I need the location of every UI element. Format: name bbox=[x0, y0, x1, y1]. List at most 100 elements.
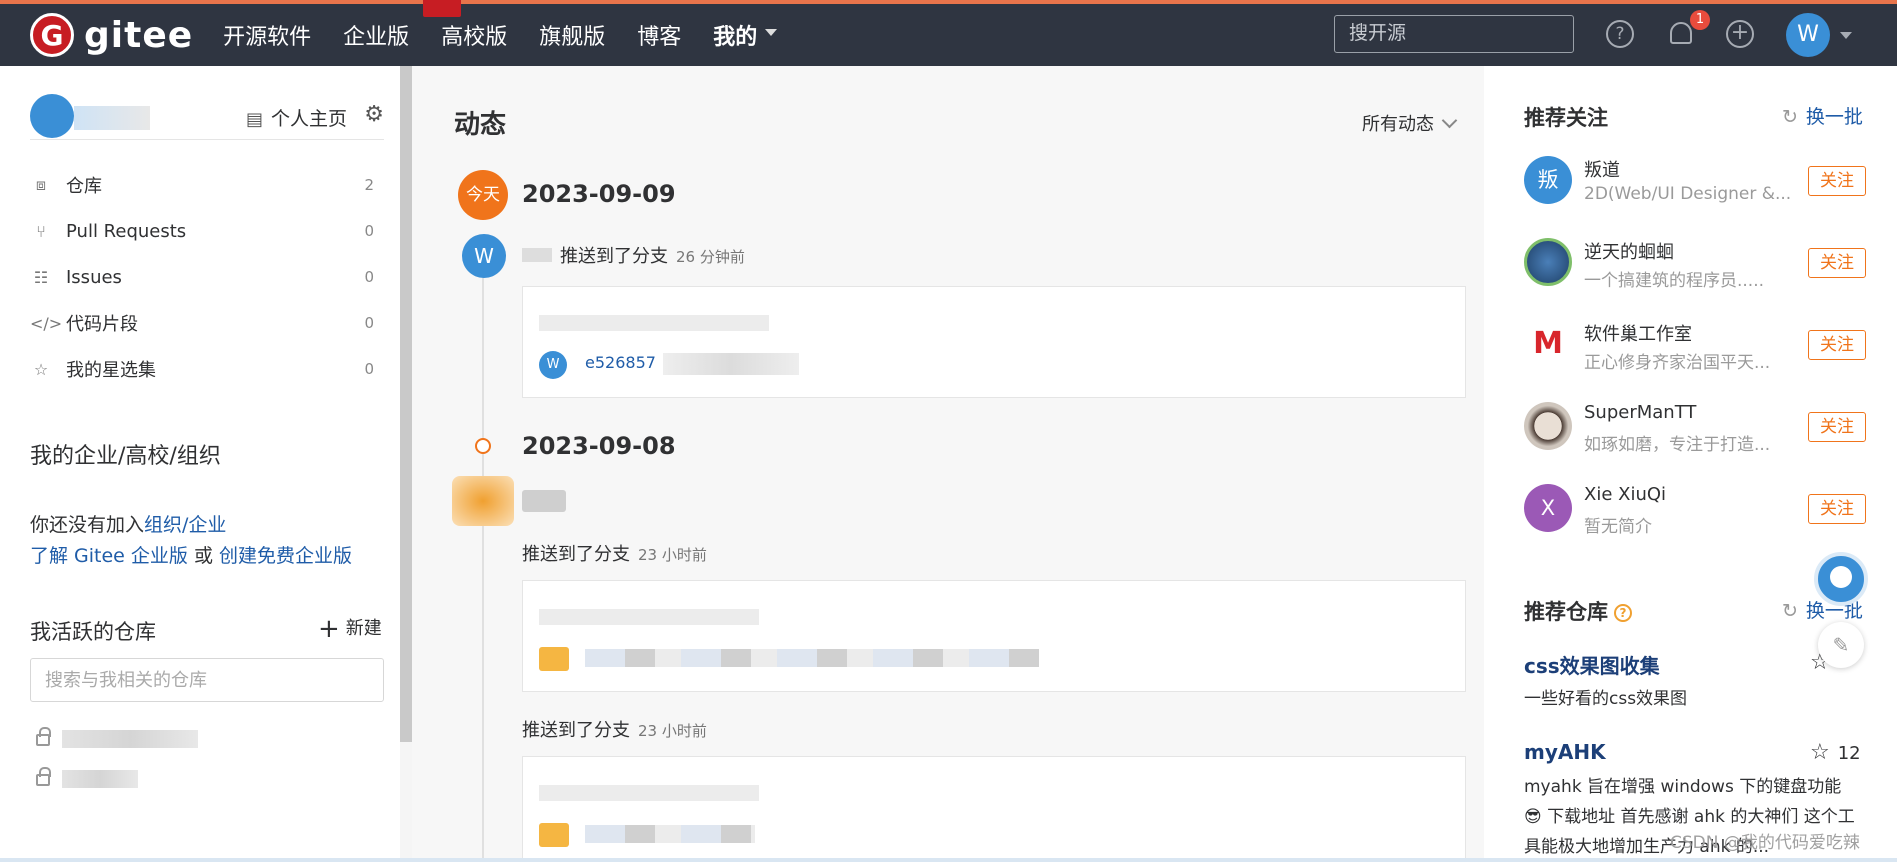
sidebar-item-repos[interactable]: ⧈ 仓库 2 bbox=[30, 162, 384, 208]
activity-filter-dropdown[interactable]: 所有动态 bbox=[1362, 110, 1455, 136]
profile-header: 个人主页 ⚙ bbox=[30, 94, 384, 140]
sidebar-item-count: 0 bbox=[364, 314, 374, 332]
follow-button[interactable]: 关注 bbox=[1808, 330, 1866, 360]
sidebar-item-count: 2 bbox=[364, 176, 374, 194]
help-icon[interactable]: ? bbox=[1614, 604, 1632, 622]
repo-search-input[interactable] bbox=[30, 658, 384, 702]
follow-avatar[interactable]: M bbox=[1524, 320, 1572, 368]
or-text: 或 bbox=[187, 545, 220, 567]
follow-button[interactable]: 关注 bbox=[1808, 248, 1866, 278]
main-nav: 开源软件 企业版 高校版 旗舰版 博客 我的 bbox=[223, 0, 809, 68]
personal-homepage-link[interactable]: 个人主页 bbox=[246, 104, 347, 131]
active-repo-item[interactable] bbox=[36, 726, 236, 750]
recommended-repo-name[interactable]: css效果图收集 bbox=[1524, 650, 1660, 679]
gitee-logo[interactable]: G gitee bbox=[30, 13, 193, 57]
today-badge: 今天 bbox=[458, 170, 508, 220]
refresh-follows-button[interactable]: 换一批 bbox=[1782, 102, 1863, 129]
recommended-repo-name[interactable]: myAHK bbox=[1524, 740, 1606, 764]
follow-button[interactable]: 关注 bbox=[1808, 166, 1866, 196]
global-search-input[interactable] bbox=[1334, 15, 1574, 53]
activity-text: 推送到了分支 23 小时前 bbox=[522, 540, 707, 566]
sidebar-item-snippets[interactable]: </> 代码片段 0 bbox=[30, 300, 384, 346]
branch-redacted bbox=[539, 315, 769, 331]
sidebar-item-count: 0 bbox=[364, 360, 374, 378]
repo-path-redacted bbox=[585, 649, 1039, 667]
commit-message-redacted bbox=[663, 353, 799, 375]
follow-avatar[interactable]: 叛 bbox=[1524, 156, 1572, 204]
chevron-down-icon[interactable] bbox=[1840, 32, 1852, 45]
repo-name-redacted bbox=[62, 730, 198, 748]
sidebar-item-issues[interactable]: ☷ Issues 0 bbox=[30, 254, 384, 300]
commit-author-avatar[interactable]: W bbox=[539, 351, 567, 379]
feedback-edit-icon[interactable]: ✎ bbox=[1818, 622, 1864, 668]
branch-redacted bbox=[539, 785, 759, 801]
follow-name[interactable]: SuperManTT bbox=[1584, 402, 1696, 423]
right-panel: 推荐关注 换一批 叛 叛道 2D(Web/UI Designer &... 关注… bbox=[1484, 66, 1897, 862]
active-repo-item[interactable] bbox=[36, 766, 236, 790]
follow-name[interactable]: 逆天的蛔蛔 bbox=[1584, 238, 1674, 264]
follow-avatar[interactable] bbox=[1524, 402, 1572, 450]
repo-icon: ⧈ bbox=[35, 175, 47, 194]
timeline-line bbox=[482, 236, 484, 862]
bottom-scrollbar[interactable] bbox=[0, 858, 1897, 862]
nav-mine-dropdown[interactable]: 我的 bbox=[713, 19, 777, 51]
follow-name[interactable]: 软件巢工作室 bbox=[1584, 320, 1692, 346]
push-card bbox=[522, 756, 1466, 862]
follow-item: 逆天的蛔蛔 一个搞建筑的程序员..... 关注 bbox=[1524, 238, 1866, 298]
lock-icon bbox=[36, 767, 51, 786]
sidebar-item-count: 0 bbox=[364, 222, 374, 240]
learn-enterprise-link[interactable]: 了解 Gitee 企业版 bbox=[30, 545, 188, 567]
sidebar-item-star-collection[interactable]: ☆ 我的星选集 0 bbox=[30, 346, 384, 392]
follow-item: 叛 叛道 2D(Web/UI Designer &... 关注 bbox=[1524, 156, 1866, 216]
follow-button[interactable]: 关注 bbox=[1808, 494, 1866, 524]
add-icon[interactable]: + bbox=[1726, 20, 1754, 48]
follow-avatar[interactable]: X bbox=[1524, 484, 1572, 532]
nav-new-badge bbox=[423, 0, 462, 17]
bell-shape bbox=[1670, 22, 1692, 44]
sidebar-item-label: 代码片段 bbox=[66, 314, 138, 335]
star-icon[interactable]: 12 bbox=[1810, 740, 1861, 765]
sidebar-item-count: 0 bbox=[364, 268, 374, 286]
activity-action: 推送到了分支 bbox=[522, 720, 630, 741]
gear-icon[interactable]: ⚙ bbox=[364, 102, 384, 127]
create-enterprise-link[interactable]: 创建免费企业版 bbox=[219, 545, 352, 567]
nav-enterprise[interactable]: 企业版 bbox=[343, 0, 462, 51]
commit-sha-link[interactable]: e526857 bbox=[585, 353, 656, 372]
pull-request-icon: ⑂ bbox=[36, 221, 46, 241]
nav-open-source[interactable]: 开源软件 bbox=[223, 19, 311, 51]
activity-time: 26 分钟前 bbox=[676, 248, 745, 266]
follow-button[interactable]: 关注 bbox=[1808, 412, 1866, 442]
nav-education[interactable]: 高校版 bbox=[441, 19, 507, 51]
push-card bbox=[522, 580, 1466, 692]
user-name-redacted bbox=[522, 248, 552, 262]
follow-name[interactable]: Xie XiuQi bbox=[1584, 484, 1666, 505]
profile-name-redacted bbox=[74, 106, 150, 130]
sidebar-item-label: Issues bbox=[66, 266, 122, 288]
new-repo-button[interactable]: 新建 bbox=[318, 614, 382, 644]
sidebar-menu: ⧈ 仓库 2 ⑂ Pull Requests 0 ☷ Issues 0 </> … bbox=[30, 162, 384, 392]
follow-desc: 暂无简介 bbox=[1584, 517, 1652, 537]
sidebar-item-label: 仓库 bbox=[66, 176, 102, 197]
assistant-float-button[interactable] bbox=[1814, 552, 1868, 606]
repo-name-redacted bbox=[62, 770, 138, 788]
org-section-title: 我的企业/高校/组织 bbox=[30, 444, 221, 469]
follow-desc: 如琢如磨，专注于打造... bbox=[1584, 435, 1771, 455]
date-heading: 2023-09-08 bbox=[522, 432, 676, 460]
profile-avatar[interactable] bbox=[30, 94, 74, 138]
follow-name[interactable]: 叛道 bbox=[1584, 156, 1620, 182]
sidebar-scrollbar[interactable] bbox=[400, 66, 412, 742]
branch-redacted bbox=[539, 609, 759, 625]
nav-blog[interactable]: 博客 bbox=[637, 19, 681, 51]
sidebar-item-label: Pull Requests bbox=[66, 220, 187, 242]
help-icon[interactable]: ? bbox=[1606, 20, 1634, 48]
notification-bell-icon[interactable]: 1 bbox=[1668, 10, 1710, 46]
activity-avatar-redacted[interactable] bbox=[452, 476, 514, 526]
follow-avatar[interactable] bbox=[1524, 238, 1572, 286]
sidebar-item-pull-requests[interactable]: ⑂ Pull Requests 0 bbox=[30, 208, 384, 254]
nav-flagship[interactable]: 旗舰版 bbox=[539, 19, 605, 51]
activity-avatar[interactable]: W bbox=[462, 234, 506, 278]
gitee-logo-text: gitee bbox=[84, 14, 194, 56]
join-org-link[interactable]: 组织/企业 bbox=[144, 514, 226, 536]
user-avatar[interactable]: W bbox=[1786, 13, 1830, 57]
gitee-logo-icon: G bbox=[30, 13, 74, 57]
